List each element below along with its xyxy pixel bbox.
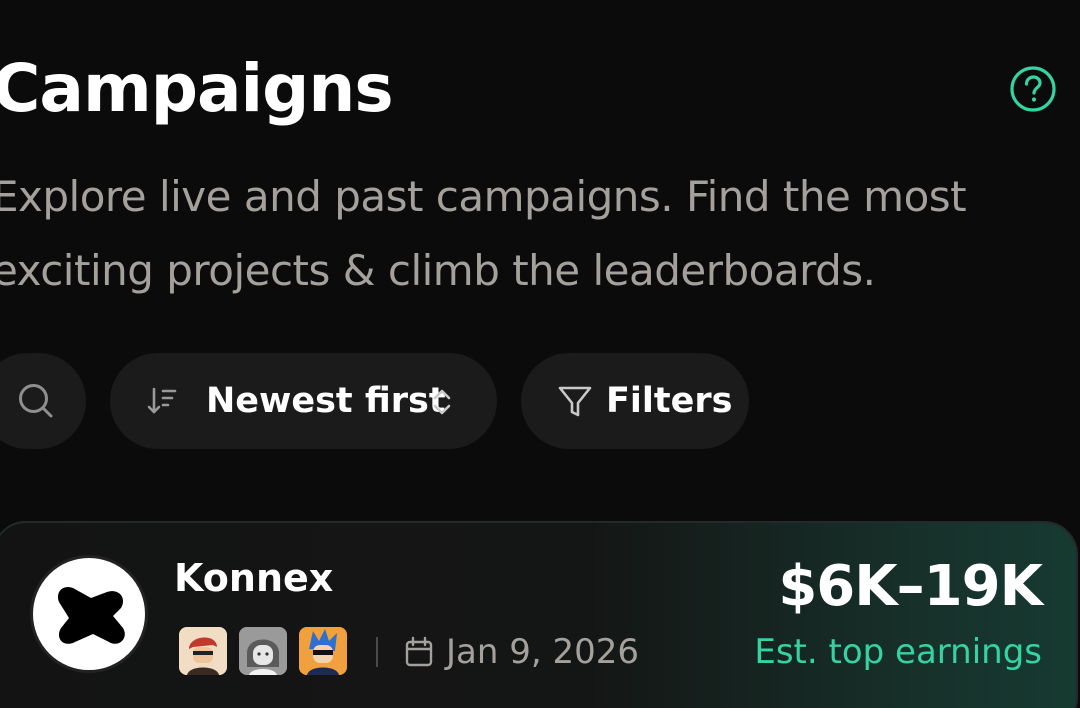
filters-button[interactable]: Filters: [521, 353, 749, 449]
sort-descending-icon: [147, 387, 177, 414]
filter-funnel-icon: [558, 386, 592, 417]
search-icon: [19, 384, 53, 418]
avatar: [299, 627, 347, 675]
help-icon[interactable]: [1009, 65, 1056, 112]
project-name: Konnex: [174, 556, 334, 600]
page-subtitle: Explore live and past campaigns. Find th…: [0, 172, 967, 295]
chevron-up-down-icon: [433, 389, 451, 415]
sort-dropdown[interactable]: Newest first: [110, 353, 497, 449]
calendar-icon: [405, 636, 433, 667]
sort-label: Newest first: [206, 381, 446, 421]
meta-divider: [376, 637, 378, 667]
earnings-caption: Est. top earnings: [754, 632, 1042, 672]
earnings-amount: $6K–19K: [778, 554, 1043, 619]
avatar: [239, 627, 287, 675]
campaign-date: Jan 9, 2026: [446, 632, 639, 672]
campaigns-page: Campaigns Explore live and past campaign…: [0, 0, 1080, 708]
filters-label: Filters: [606, 381, 733, 421]
project-logo: [30, 555, 148, 673]
search-button[interactable]: [0, 353, 86, 449]
avatar: [179, 627, 227, 675]
page-title: Campaigns: [0, 50, 394, 127]
